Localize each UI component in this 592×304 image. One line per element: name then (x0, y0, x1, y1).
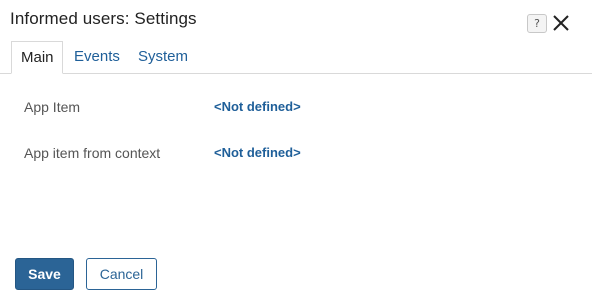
cancel-button[interactable]: Cancel (86, 258, 157, 290)
tab-bar: Main Events System (0, 41, 592, 74)
field-label-app-item: App Item (24, 99, 81, 115)
help-button[interactable]: ? (527, 14, 547, 33)
save-button[interactable]: Save (15, 258, 74, 290)
close-icon (553, 15, 569, 31)
tab-events[interactable]: Events (65, 41, 129, 74)
settings-dialog: Informed users: Settings ? Main Events S… (0, 0, 592, 304)
tab-system[interactable]: System (129, 41, 197, 74)
field-value-app-item[interactable]: <Not defined> (214, 99, 301, 114)
tab-main[interactable]: Main (11, 41, 63, 74)
help-icon: ? (534, 17, 540, 30)
dialog-title: Informed users: Settings (10, 9, 197, 28)
field-value-app-item-from-context[interactable]: <Not defined> (214, 145, 301, 160)
field-label-app-item-from-context: App item from context (24, 145, 161, 161)
close-button[interactable] (551, 13, 571, 33)
